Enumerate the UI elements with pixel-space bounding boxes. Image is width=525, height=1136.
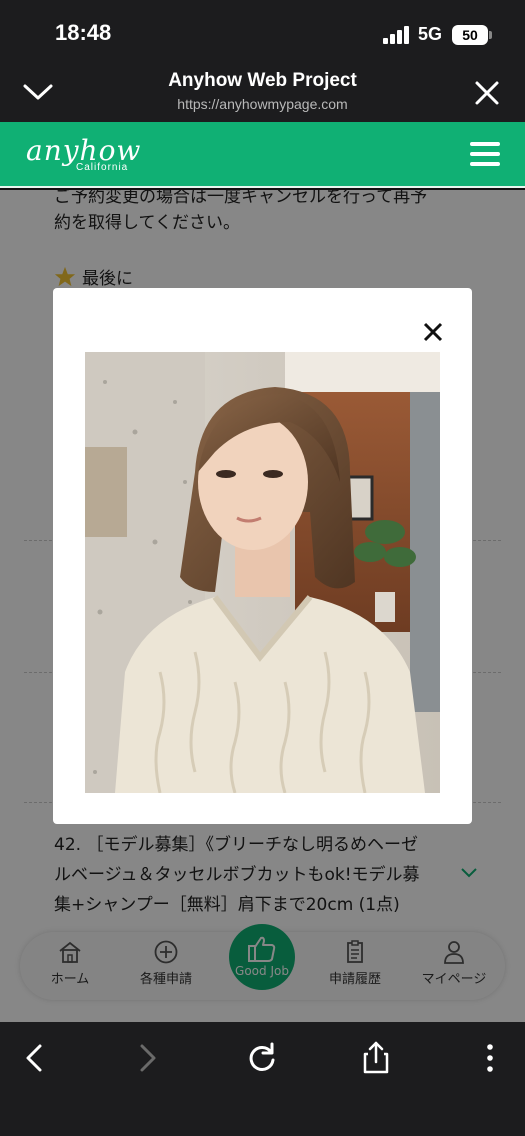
model-photo bbox=[85, 352, 440, 793]
close-icon[interactable] bbox=[421, 320, 445, 344]
battery-icon: 50 bbox=[452, 25, 488, 45]
share-icon[interactable] bbox=[358, 1040, 394, 1076]
hamburger-menu-icon[interactable] bbox=[470, 140, 502, 168]
forward-icon[interactable] bbox=[130, 1040, 166, 1076]
back-icon[interactable] bbox=[18, 1040, 54, 1076]
site-logo-sub: California bbox=[76, 162, 129, 173]
reload-icon[interactable] bbox=[244, 1040, 280, 1076]
site-header: anyhow California bbox=[0, 122, 525, 188]
browser-title: Anyhow Web Project bbox=[168, 70, 357, 91]
browser-url[interactable]: https://anyhowmypage.com bbox=[0, 96, 525, 112]
image-modal bbox=[53, 288, 472, 824]
browser-header: Anyhow Web Project https://anyhowmypage.… bbox=[0, 62, 525, 122]
status-time: 18:48 bbox=[55, 20, 112, 45]
status-bar: 18:48 5G 50 bbox=[0, 0, 525, 62]
network-type: 5G bbox=[418, 24, 443, 44]
browser-toolbar bbox=[0, 1022, 525, 1136]
signal-icon bbox=[383, 26, 409, 44]
close-icon[interactable] bbox=[472, 78, 502, 108]
more-icon[interactable] bbox=[472, 1040, 508, 1076]
battery-tip bbox=[489, 31, 492, 39]
